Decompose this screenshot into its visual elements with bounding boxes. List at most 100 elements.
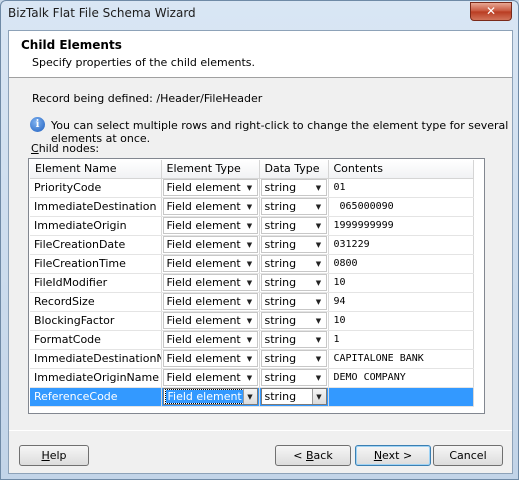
element-type-dropdown[interactable]: Field element ▼	[162, 274, 258, 291]
column-header-element-type[interactable]: Element Type	[161, 160, 260, 179]
data-type-dropdown[interactable]: string ▼	[260, 293, 327, 310]
table-row[interactable]: ImmediateOriginName Field element ▼ string ▼…	[30, 368, 474, 388]
contents-cell[interactable]: 94	[328, 292, 474, 312]
data-type-dropdown[interactable]: string ▼	[260, 274, 327, 291]
element-type-dropdown[interactable]: Field element ▼	[162, 350, 258, 367]
child-nodes-grid[interactable]: Element Name Element Type Data Type Cont…	[28, 158, 485, 414]
element-name-cell[interactable]: ImmediateDestinationName	[30, 349, 162, 369]
dropdown-arrow-icon[interactable]: ▼	[243, 351, 257, 366]
dropdown-arrow-icon[interactable]: ▼	[312, 294, 326, 309]
element-type-dropdown[interactable]: Field element ▼	[162, 331, 258, 348]
table-row[interactable]: FileCreationDate Field element ▼ string ▼ 031…	[30, 235, 474, 255]
data-type-dropdown[interactable]: string ▼	[260, 312, 327, 329]
dropdown-arrow-icon[interactable]: ▼	[243, 256, 257, 271]
element-name-cell[interactable]: BlockingFactor	[30, 311, 162, 331]
column-header-contents[interactable]: Contents	[328, 160, 474, 179]
data-type-dropdown[interactable]: string ▼	[260, 388, 327, 405]
dropdown-arrow-icon[interactable]: ▼	[311, 389, 326, 404]
element-type-dropdown[interactable]: Field element ▼	[162, 369, 258, 386]
dropdown-arrow-icon[interactable]: ▼	[312, 237, 326, 252]
column-header-element-name[interactable]: Element Name	[30, 160, 162, 179]
data-type-dropdown[interactable]: string ▼	[260, 179, 327, 196]
dropdown-arrow-icon[interactable]: ▼	[312, 199, 326, 214]
dropdown-arrow-icon[interactable]: ▼	[243, 332, 257, 347]
dropdown-arrow-icon[interactable]: ▼	[312, 313, 326, 328]
table-row[interactable]: PriorityCode Field element ▼ string ▼ 01	[30, 178, 474, 198]
data-type-dropdown[interactable]: string ▼	[260, 350, 327, 367]
data-type-dropdown[interactable]: string ▼	[260, 198, 327, 215]
element-type-dropdown[interactable]: Field element ▼	[162, 179, 258, 196]
table-row[interactable]: RecordSize Field element ▼ string ▼ 94	[30, 292, 474, 312]
data-type-cell: string ▼	[259, 235, 329, 255]
cancel-button[interactable]: Cancel	[433, 445, 503, 466]
table-row[interactable]: ReferenceCode Field element ▼ string ▼	[30, 387, 474, 407]
element-type-dropdown[interactable]: Field element ▼	[162, 217, 258, 234]
dropdown-arrow-icon[interactable]: ▼	[243, 370, 257, 385]
data-type-cell: string ▼	[259, 197, 329, 217]
dropdown-arrow-icon[interactable]: ▼	[242, 389, 257, 404]
dropdown-arrow-icon[interactable]: ▼	[243, 313, 257, 328]
close-button[interactable]: ✕	[470, 2, 512, 21]
element-type-dropdown[interactable]: Field element ▼	[162, 388, 258, 405]
help-button[interactable]: Help	[19, 445, 89, 466]
element-name-cell[interactable]: ImmediateOrigin	[30, 216, 162, 236]
element-type-dropdown[interactable]: Field element ▼	[162, 255, 258, 272]
data-type-dropdown[interactable]: string ▼	[260, 331, 327, 348]
element-type-dropdown[interactable]: Field element ▼	[162, 236, 258, 253]
contents-cell[interactable]: 1999999999	[328, 216, 474, 236]
element-name-cell[interactable]: FileCreationDate	[30, 235, 162, 255]
dropdown-arrow-icon[interactable]: ▼	[243, 275, 257, 290]
dropdown-arrow-icon[interactable]: ▼	[312, 370, 326, 385]
table-row[interactable]: BlockingFactor Field element ▼ string ▼ 10	[30, 311, 474, 331]
table-row[interactable]: ImmediateDestinationNameField element▼st…	[30, 349, 474, 369]
element-type-value: Field element	[164, 389, 244, 404]
dropdown-arrow-icon[interactable]: ▼	[243, 237, 257, 252]
contents-cell[interactable]: 031229	[328, 235, 474, 255]
dropdown-arrow-icon[interactable]: ▼	[312, 218, 326, 233]
element-name-cell[interactable]: RecordSize	[30, 292, 162, 312]
element-type-dropdown[interactable]: Field element ▼	[162, 312, 258, 329]
contents-cell[interactable]: 065000090	[328, 197, 474, 217]
dropdown-arrow-icon[interactable]: ▼	[243, 199, 257, 214]
table-row[interactable]: FileCreationTime Field element ▼ string ▼ 080…	[30, 254, 474, 274]
title-bar[interactable]: BizTalk Flat File Schema Wizard ✕	[1, 1, 518, 27]
contents-cell[interactable]: 10	[328, 311, 474, 331]
element-type-dropdown[interactable]: Field element ▼	[162, 293, 258, 310]
data-type-dropdown[interactable]: string ▼	[260, 236, 327, 253]
contents-cell[interactable]: DEMO COMPANY	[328, 368, 474, 388]
dropdown-arrow-icon[interactable]: ▼	[312, 351, 326, 366]
element-name-cell[interactable]: ReferenceCode	[30, 387, 162, 407]
element-name-cell[interactable]: PriorityCode	[30, 178, 162, 198]
next-button[interactable]: Next >	[355, 445, 431, 466]
contents-cell[interactable]: 0800	[328, 254, 474, 274]
column-header-data-type[interactable]: Data Type	[259, 160, 329, 179]
contents-cell[interactable]: 01	[328, 178, 474, 198]
contents-cell[interactable]	[328, 387, 474, 407]
dropdown-arrow-icon[interactable]: ▼	[312, 180, 326, 195]
table-header-row: Element Name Element Type Data Type Cont…	[30, 160, 474, 179]
dropdown-arrow-icon[interactable]: ▼	[312, 332, 326, 347]
table-row[interactable]: FormatCode Field element ▼ string ▼ 1	[30, 330, 474, 350]
data-type-dropdown[interactable]: string ▼	[260, 217, 327, 234]
table-row[interactable]: ImmediateDestination Field element ▼ string…	[30, 197, 474, 217]
data-type-dropdown[interactable]: string ▼	[260, 255, 327, 272]
element-name-cell[interactable]: FormatCode	[30, 330, 162, 350]
table-row[interactable]: FileIdModifier Field element ▼ string ▼ 10	[30, 273, 474, 293]
dropdown-arrow-icon[interactable]: ▼	[312, 256, 326, 271]
dropdown-arrow-icon[interactable]: ▼	[243, 294, 257, 309]
element-name-cell[interactable]: ImmediateOriginName	[30, 368, 162, 388]
element-name-cell[interactable]: FileIdModifier	[30, 273, 162, 293]
element-name-cell[interactable]: ImmediateDestination	[30, 197, 162, 217]
contents-cell[interactable]: CAPITALONE BANK	[328, 349, 474, 369]
contents-cell[interactable]: 1	[328, 330, 474, 350]
dropdown-arrow-icon[interactable]: ▼	[243, 218, 257, 233]
element-type-dropdown[interactable]: Field element ▼	[162, 198, 258, 215]
page-subtitle: Specify properties of the child elements…	[32, 56, 255, 69]
dropdown-arrow-icon[interactable]: ▼	[312, 275, 326, 290]
element-name-cell[interactable]: FileCreationTime	[30, 254, 162, 274]
contents-cell[interactable]: 10	[328, 273, 474, 293]
dropdown-arrow-icon[interactable]: ▼	[243, 180, 257, 195]
data-type-dropdown[interactable]: string ▼	[260, 369, 327, 386]
back-button[interactable]: < Back	[275, 445, 351, 466]
table-row[interactable]: ImmediateOrigin Field element ▼ string ▼ 1999…	[30, 216, 474, 236]
